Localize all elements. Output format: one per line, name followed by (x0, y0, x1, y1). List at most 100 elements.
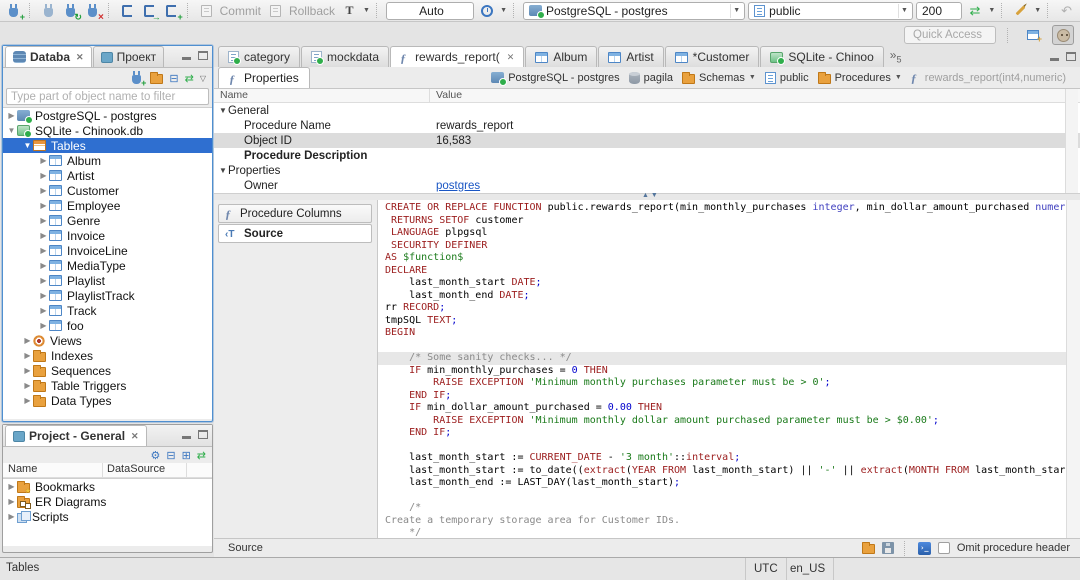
undo-button[interactable]: ↶ (1057, 1, 1076, 20)
code-line[interactable] (385, 340, 1066, 353)
editor-tab-mockdata[interactable]: mockdata (301, 46, 390, 67)
tree-item[interactable]: ▼ SQLite - Chinook.db (3, 123, 212, 138)
code-line[interactable]: SECURITY DEFINER (385, 240, 1066, 253)
tab-projects[interactable]: Проект (92, 46, 165, 67)
group-expander-icon[interactable]: ▼ (218, 106, 228, 115)
list-item[interactable]: ▶ Bookmarks (3, 479, 212, 495)
expander-icon[interactable]: ▶ (6, 482, 17, 491)
commit-button[interactable]: Commit (220, 4, 261, 18)
tab-database-navigator[interactable]: Databa ✕ (5, 46, 92, 67)
list-item[interactable]: ▶ ER Diagrams (3, 494, 212, 509)
open-perspective-button[interactable] (1022, 25, 1044, 45)
code-line[interactable]: rr RECORD; (385, 302, 1066, 315)
tree-item[interactable]: ▶ Album (3, 153, 212, 168)
settings-gear-icon[interactable]: ⚙ (150, 449, 160, 462)
property-value[interactable]: postgres (430, 180, 1080, 192)
collapse-all-icon[interactable]: ⊟ (166, 449, 175, 462)
collapse-all-icon[interactable]: ⊟ (169, 72, 178, 85)
code-line[interactable]: END IF; (385, 427, 1066, 440)
new-connection-button[interactable]: + (4, 1, 25, 22)
expander-icon[interactable]: ▶ (38, 291, 49, 300)
expand-all-icon[interactable]: ⊞ (182, 449, 191, 462)
code-line[interactable]: last_month_start := CURRENT_DATE - '3 mo… (385, 452, 1066, 465)
new-folder-icon[interactable] (150, 72, 164, 84)
locale-indicator[interactable]: en_US (782, 558, 835, 580)
new-connection-button[interactable]: + (128, 70, 146, 88)
code-line[interactable]: /* (385, 502, 1066, 515)
breadcrumb-item[interactable]: public (764, 71, 809, 84)
expander-icon[interactable]: ▶ (38, 261, 49, 270)
tree-item[interactable]: ▶ Data Types (3, 393, 212, 408)
code-line[interactable]: END IF; (385, 390, 1066, 403)
refresh-button[interactable]: ⇄ (965, 1, 984, 20)
breadcrumb-item[interactable]: pagila (628, 71, 673, 84)
save-to-file-icon[interactable] (881, 542, 894, 554)
code-line[interactable]: RAISE EXCEPTION 'Minimum monthly purchas… (385, 377, 1066, 390)
chevron-down-icon[interactable]: ▼ (895, 74, 902, 81)
sql-editor-button[interactable] (118, 1, 137, 20)
tree-item[interactable]: ▼ Tables (3, 138, 212, 153)
column-value[interactable]: Value (430, 89, 1080, 102)
splitter-handle-icon[interactable]: ▲▼ (642, 192, 660, 199)
new-sql-editor-button[interactable]: + (162, 1, 183, 22)
tree-item[interactable]: ▶ Track (3, 303, 212, 318)
property-row[interactable]: ▼ General (214, 103, 1080, 118)
expander-icon[interactable]: ▶ (38, 276, 49, 285)
tab-project-general[interactable]: Project - General ✕ (5, 425, 147, 446)
expander-icon[interactable]: ▶ (38, 186, 49, 195)
timezone-indicator[interactable]: UTC (745, 558, 787, 580)
code-line[interactable]: RETURNS SETOF customer (385, 215, 1066, 228)
group-expander-icon[interactable]: ▼ (218, 166, 228, 175)
transaction-history-button[interactable] (477, 1, 496, 20)
code-line[interactable]: Create a temporary storage area for Cust… (385, 515, 1066, 528)
code-line[interactable]: last_month_start := to_date((extract(YEA… (385, 465, 1066, 478)
rollback-button[interactable]: Rollback (289, 4, 335, 18)
close-icon[interactable]: ✕ (131, 431, 139, 442)
expander-icon[interactable]: ▶ (38, 201, 49, 210)
expander-icon[interactable]: ▶ (38, 216, 49, 225)
object-filter-input[interactable] (6, 88, 209, 105)
expander-icon[interactable]: ▶ (22, 336, 33, 345)
tree-item[interactable]: ▶ foo (3, 318, 212, 333)
tree-item[interactable]: ▶ Artist (3, 168, 212, 183)
source-scrollbar[interactable] (1066, 200, 1080, 538)
editor-tab-sqlitechinoo[interactable]: SQLite - Chinoo (760, 46, 884, 67)
maximize-icon[interactable] (1066, 52, 1076, 61)
code-line[interactable] (385, 490, 1066, 503)
minimize-icon[interactable] (182, 56, 191, 60)
edit-button[interactable] (1011, 1, 1030, 20)
expander-icon[interactable]: ▶ (6, 497, 17, 506)
code-line[interactable]: IF min_monthly_purchases = 0 THEN (385, 365, 1066, 378)
code-line[interactable]: AS $function$ (385, 252, 1066, 265)
code-line[interactable]: last_month_end := LAST_DAY(last_month_st… (385, 477, 1066, 490)
link-with-editor-icon[interactable]: ⇄ (197, 449, 206, 462)
show-in-console-icon[interactable]: ›_ (917, 541, 931, 555)
editor-tab-category[interactable]: category (218, 46, 301, 67)
omit-procedure-header-checkbox[interactable] (937, 542, 950, 554)
expander-icon[interactable]: ▶ (38, 321, 49, 330)
expander-icon[interactable]: ▼ (22, 141, 33, 150)
expander-icon[interactable]: ▶ (22, 351, 33, 360)
property-row[interactable]: Procedure Description (214, 148, 1080, 163)
commit-mode-combo[interactable]: Auto (385, 1, 475, 20)
property-row[interactable]: ▼ Properties (214, 163, 1080, 178)
open-sql-editor-button[interactable]: → (140, 1, 161, 22)
tree-item[interactable]: ▶ Indexes (3, 348, 212, 363)
source-editor[interactable]: CREATE OR REPLACE FUNCTION public.reward… (378, 200, 1080, 538)
connect-button[interactable] (39, 1, 58, 20)
tree-item[interactable]: ▶ Playlist (3, 273, 212, 288)
expander-icon[interactable]: ▶ (6, 512, 17, 521)
schema-dropdown-arrow[interactable]: ▼ (898, 3, 910, 18)
editor-tab-customer[interactable]: *Customer (664, 46, 760, 67)
maximize-icon[interactable] (198, 430, 208, 439)
code-line[interactable]: last_month_start DATE; (385, 277, 1066, 290)
chevron-down-icon[interactable]: ▼ (749, 74, 756, 81)
breadcrumb-item[interactable]: Procedures ▼ (817, 71, 902, 84)
column-datasource[interactable]: DataSource (103, 463, 187, 477)
tree-item[interactable]: ▶ Invoice (3, 228, 212, 243)
refresh-dropdown-arrow[interactable]: ▼ (988, 7, 995, 14)
close-icon[interactable]: ✕ (507, 52, 515, 63)
tree-item[interactable]: ▶ Views (3, 333, 212, 348)
detail-tab-procedure-columns[interactable]: Procedure Columns (218, 204, 372, 223)
tree-item[interactable]: ▶ PostgreSQL - postgres (3, 108, 212, 124)
